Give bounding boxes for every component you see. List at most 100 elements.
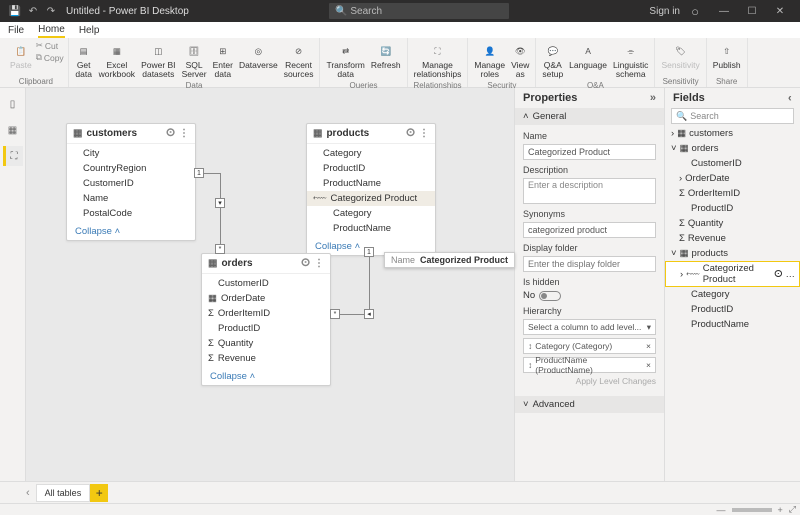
save-icon[interactable]: 💾	[6, 2, 24, 20]
more-icon[interactable]: ⋮	[314, 258, 324, 269]
dataverse-button[interactable]: ◎Dataverse	[237, 40, 280, 81]
field[interactable]: CustomerID	[67, 176, 195, 191]
menu-help[interactable]: Help	[79, 25, 100, 36]
sql-button[interactable]: 🗄SQL Server	[180, 40, 209, 81]
report-view-icon[interactable]: ▯	[3, 94, 23, 114]
field[interactable]: ProductID	[307, 161, 435, 176]
section-advanced[interactable]: ˅Advanced	[515, 396, 664, 413]
field[interactable]: CountryRegion	[67, 161, 195, 176]
publish-button[interactable]: ⇧Publish	[711, 40, 743, 72]
updown-icon[interactable]: ↕	[528, 360, 532, 370]
signin-circle-icon[interactable]: ○	[686, 2, 704, 20]
expand-icon[interactable]: »	[650, 92, 656, 104]
hier-level[interactable]: ↕ProductName (ProductName)×	[523, 357, 656, 373]
collapse-link[interactable]: Collapse ˄	[67, 223, 195, 240]
fit-icon[interactable]: ⤢	[789, 504, 796, 515]
visibility-icon[interactable]: ⵙ	[301, 258, 310, 269]
close-button[interactable]: ✕	[766, 2, 794, 20]
remove-icon[interactable]: ×	[646, 360, 651, 370]
visibility-icon[interactable]: ⵙ	[166, 128, 175, 139]
fields-field[interactable]: ΣRevenue	[665, 231, 800, 246]
fields-field[interactable]: CustomerID	[665, 156, 800, 171]
copy-button[interactable]: ⧉ Copy	[36, 52, 64, 63]
fields-search[interactable]: 🔍Search	[671, 108, 794, 124]
hidden-toggle[interactable]	[539, 291, 561, 301]
prop-desc-input[interactable]: Enter a description	[523, 178, 656, 204]
field[interactable]: Name	[67, 191, 195, 206]
more-icon[interactable]: ⋮	[179, 128, 189, 139]
viewas-button[interactable]: 👁View as	[509, 40, 531, 81]
recent-button[interactable]: ⊘Recent sources	[282, 40, 316, 81]
field[interactable]: ProductName	[307, 221, 435, 236]
table-customers[interactable]: ▦ customers ⵙ ⋮ City CountryRegion Custo…	[66, 123, 196, 241]
menu-home[interactable]: Home	[38, 22, 65, 38]
zoom-out-icon[interactable]: —	[717, 505, 726, 515]
fields-table[interactable]: ›▦customers	[665, 126, 800, 141]
sensitivity-button[interactable]: 🏷Sensitivity	[659, 40, 701, 72]
fields-field[interactable]: ProductID	[665, 302, 800, 317]
table-orders[interactable]: ▦ orders ⵙ ⋮ CustomerID ▦OrderDate ΣOrde…	[201, 253, 331, 386]
cut-button[interactable]: ✂ Cut	[36, 40, 64, 51]
prop-dispfolder-input[interactable]	[523, 256, 656, 272]
fields-field[interactable]: ProductName	[665, 317, 800, 332]
field[interactable]: Category	[307, 206, 435, 221]
signin-link[interactable]: Sign in	[649, 6, 680, 17]
scroll-left-icon[interactable]: ‹	[26, 487, 30, 499]
expand-icon[interactable]: ›	[788, 92, 792, 104]
prop-syn-input[interactable]	[523, 222, 656, 238]
section-general[interactable]: ˄General	[515, 108, 664, 125]
fields-table[interactable]: ˅▦products	[665, 246, 800, 261]
getdata-button[interactable]: ▤Get data	[73, 40, 95, 81]
field[interactable]: PostalCode	[67, 206, 195, 221]
field[interactable]: ProductID	[202, 321, 330, 336]
field[interactable]: Category	[307, 146, 435, 161]
refresh-button[interactable]: 🔄Refresh	[369, 40, 403, 81]
excel-button[interactable]: ▦Excel workbook	[97, 40, 137, 81]
linguistic-button[interactable]: ⌯Linguistic schema	[611, 40, 650, 81]
add-tab-button[interactable]: +	[90, 484, 108, 502]
fields-hierarchy-selected[interactable]: ›⬳Categorized Productⵙ…	[665, 261, 800, 287]
field[interactable]: ΣQuantity	[202, 336, 330, 351]
more-icon[interactable]: ⋮	[419, 128, 429, 139]
hier-level[interactable]: ↕Category (Category)×	[523, 338, 656, 354]
remove-icon[interactable]: ×	[646, 341, 651, 351]
data-view-icon[interactable]: ▦	[3, 120, 23, 140]
tab-all-tables[interactable]: All tables	[36, 484, 91, 502]
managerel-button[interactable]: ⛶Manage relationships	[412, 40, 464, 81]
fields-field[interactable]: ΣQuantity	[665, 216, 800, 231]
field[interactable]: ΣOrderItemID	[202, 306, 330, 321]
fields-field[interactable]: Category	[665, 287, 800, 302]
field[interactable]: ΣRevenue	[202, 351, 330, 366]
updown-icon[interactable]: ↕	[528, 341, 532, 351]
hier-add-dropdown[interactable]: Select a column to add level...▾	[523, 319, 656, 335]
field[interactable]: CustomerID	[202, 276, 330, 291]
visibility-icon[interactable]: ⵙ	[774, 269, 782, 280]
redo-icon[interactable]: ↷	[42, 2, 60, 20]
zoom-slider[interactable]	[732, 508, 772, 512]
undo-icon[interactable]: ↶	[24, 2, 42, 20]
fields-field[interactable]: ΣOrderItemID	[665, 186, 800, 201]
model-canvas[interactable]: ▦ customers ⵙ ⋮ City CountryRegion Custo…	[26, 88, 514, 481]
menu-file[interactable]: File	[8, 25, 24, 36]
field[interactable]: City	[67, 146, 195, 161]
fields-field[interactable]: ProductID	[665, 201, 800, 216]
prop-name-input[interactable]	[523, 144, 656, 160]
transform-button[interactable]: ⇄Transform data	[324, 40, 366, 81]
title-search[interactable]: 🔍 Search	[329, 3, 509, 19]
apply-changes[interactable]: Apply Level Changes	[523, 376, 656, 386]
qna-button[interactable]: 💬Q&A setup	[540, 40, 565, 81]
model-view-icon[interactable]: ⛶	[3, 146, 23, 166]
fields-field[interactable]: ›OrderDate	[665, 171, 800, 186]
enterdata-button[interactable]: ⊞Enter data	[211, 40, 235, 81]
paste-button[interactable]: 📋Paste	[8, 40, 34, 72]
zoom-in-icon[interactable]: +	[778, 505, 783, 515]
field-hierarchy[interactable]: ⬳Categorized Product	[307, 191, 435, 206]
more-icon[interactable]: …	[786, 269, 796, 280]
table-products[interactable]: ▦ products ⵙ ⋮ Category ProductID Produc…	[306, 123, 436, 256]
collapse-link[interactable]: Collapse ˄	[202, 368, 330, 385]
field[interactable]: ▦OrderDate	[202, 291, 330, 306]
visibility-icon[interactable]: ⵙ	[406, 128, 415, 139]
manageroles-button[interactable]: 👤Manage roles	[472, 40, 507, 81]
language-button[interactable]: ALanguage	[567, 40, 609, 81]
minimize-button[interactable]: —	[710, 2, 738, 20]
